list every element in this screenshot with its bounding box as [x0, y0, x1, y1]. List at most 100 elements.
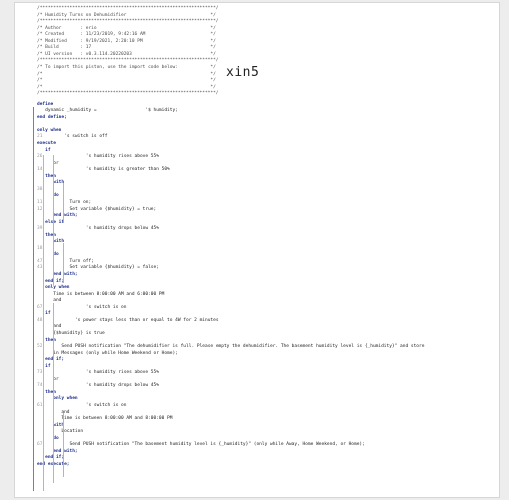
code-line: or	[37, 376, 59, 383]
code-line: 52 Send PUSH notification "The dehumidif…	[37, 344, 424, 350]
code-line: define	[37, 102, 53, 108]
header-comment-line: /* Modified : 9/19/2021, 2:20:10 PM */	[37, 38, 216, 44]
code-text: Send PUSH notification "The dehumidifier…	[45, 344, 425, 350]
code-text: with	[37, 239, 65, 245]
code-line: do	[37, 435, 59, 442]
code-text: do	[37, 252, 59, 258]
block-guide-line	[43, 155, 44, 491]
line-number: 21	[37, 134, 46, 140]
code-text: Time is between 8:00:00 AM and 6:00:00 P…	[37, 291, 165, 297]
code-text: 's humidity drops below 45%	[45, 383, 159, 389]
block-guide-line	[63, 413, 64, 477]
code-text: or	[37, 376, 59, 382]
code-line: or	[37, 160, 59, 167]
code-line: 12 Set variable {$humidity} = true;	[37, 207, 156, 213]
code-text: or	[37, 160, 59, 166]
header-comment-line: /* UI version : v0.3.114.20220203 */	[37, 51, 216, 57]
block-guide-line	[53, 303, 54, 483]
code-line: 21 's switch is off	[37, 134, 107, 140]
header-comment-line: /* Humidity Turns on Dehumidifier */	[37, 12, 216, 18]
code-text: else if	[37, 219, 65, 225]
code-text: do	[37, 193, 59, 199]
code-text: 's switch is on	[45, 304, 127, 310]
block-guide-line	[53, 155, 54, 285]
block-guide-line	[63, 243, 64, 283]
block-guide-line	[63, 183, 64, 223]
header-comment-line: /* Author : erio */	[37, 25, 216, 31]
watermark-text: xin5	[226, 65, 260, 80]
code-line: end if;	[37, 357, 64, 363]
header-comment-line: /* Created : 11/23/2019, 9:42:16 AM */	[37, 32, 216, 38]
code-line: end define;	[37, 115, 67, 121]
code-line: 61 's switch is on	[37, 403, 126, 409]
code-line: Time is between 8:00:00 AM and 8:00:00 P…	[37, 416, 172, 422]
code-text: 's humidity rises above 55%	[45, 370, 159, 376]
code-line: and	[37, 324, 61, 330]
header-comment-line: /* */	[37, 78, 216, 84]
code-line: do	[37, 252, 59, 258]
code-line: with	[37, 423, 64, 429]
code-text: with	[37, 180, 65, 186]
code-line: 43 Set variable {$humidity} = false;	[37, 265, 159, 271]
code-line: only when	[37, 128, 61, 134]
code-line: 67 's switch is on	[37, 305, 126, 311]
code-text: if	[37, 147, 51, 153]
code-text: define	[37, 101, 54, 107]
header-comment-line: /* Build : 17 */	[37, 45, 216, 51]
code-line: else if	[37, 220, 64, 226]
code-text: 's humidity drops below 45%	[45, 226, 159, 232]
code-text: dynamic _humidity = '$ humidity;	[37, 108, 178, 114]
code-line: with	[37, 180, 64, 186]
header-comment-line: /***************************************…	[37, 19, 219, 25]
code-text: Time is between 8:00:00 AM and 8:00:00 P…	[37, 416, 173, 422]
piston-code-view: /***************************************…	[14, 2, 500, 498]
code-text: 's switch is off	[45, 134, 108, 140]
header-comment-line: /***************************************…	[37, 6, 219, 11]
code-text: in Messages (only while Home Weekend or …	[37, 350, 178, 356]
code-text: and	[37, 324, 62, 330]
code-text: do	[37, 435, 59, 441]
code-text: {$humidity} is true	[37, 330, 105, 336]
code-text: only when	[37, 127, 62, 133]
code-text: end if;	[37, 357, 65, 363]
code-text: end if;	[37, 278, 65, 284]
code-text: 's humidity is greater than 50%	[45, 167, 170, 173]
code-line: and	[37, 298, 61, 304]
code-text: Set variable {$humidity} = true;	[45, 206, 157, 212]
code-text: Send PUSH notification "The basement hum…	[45, 442, 365, 448]
block-guide-line	[33, 107, 34, 491]
code-text: and	[37, 298, 62, 304]
code-line: 74 's humidity drops below 45%	[37, 383, 159, 389]
code-line: end if;	[37, 279, 64, 285]
code-line: 47 Turn off;	[37, 259, 94, 265]
code-line: end if;	[37, 455, 64, 461]
code-line: execute	[37, 141, 56, 147]
code-line: in Messages (only while Home Weekend or …	[37, 351, 178, 357]
header-comment-line: /***************************************…	[37, 91, 219, 97]
code-line: 67 Send PUSH notification "The basement …	[37, 442, 365, 448]
header-comment-line: /* */	[37, 71, 216, 77]
code-text: 's humidity rises above 55%	[45, 154, 159, 160]
code-text: end define;	[37, 114, 67, 120]
code-text: only when	[37, 285, 70, 291]
code-line: 14 's humidity is greater than 50%	[37, 167, 170, 173]
code-text: 's switch is on	[45, 403, 127, 408]
code-line: do	[37, 193, 59, 199]
code-line: with	[37, 239, 64, 245]
header-comment-line: /* To import this piston, use the import…	[37, 64, 216, 70]
code-line: if	[37, 147, 51, 154]
code-text: 's power stays less than or equal to 4W …	[45, 317, 219, 323]
code-line: 73 's humidity rises above 55%	[37, 370, 159, 376]
code-line: 26 's humidity rises above 55%	[37, 154, 159, 160]
code-line: 48 's power stays less than or equal to …	[37, 318, 219, 324]
code-line: dynamic _humidity = '$ humidity;	[37, 108, 178, 114]
code-line: only when	[37, 285, 70, 291]
code-text: with	[37, 422, 65, 428]
code-line: {$humidity} is true	[37, 330, 105, 337]
header-comment-line: /***************************************…	[37, 58, 219, 64]
code-line: 11 Turn on;	[37, 200, 91, 206]
code-line: 39 's humidity drops below 45%	[37, 226, 159, 232]
code-text: execute	[37, 141, 56, 146]
header-comment-line: /* */	[37, 84, 216, 90]
code-line: Time is between 8:00:00 AM and 6:00:00 P…	[37, 292, 164, 298]
